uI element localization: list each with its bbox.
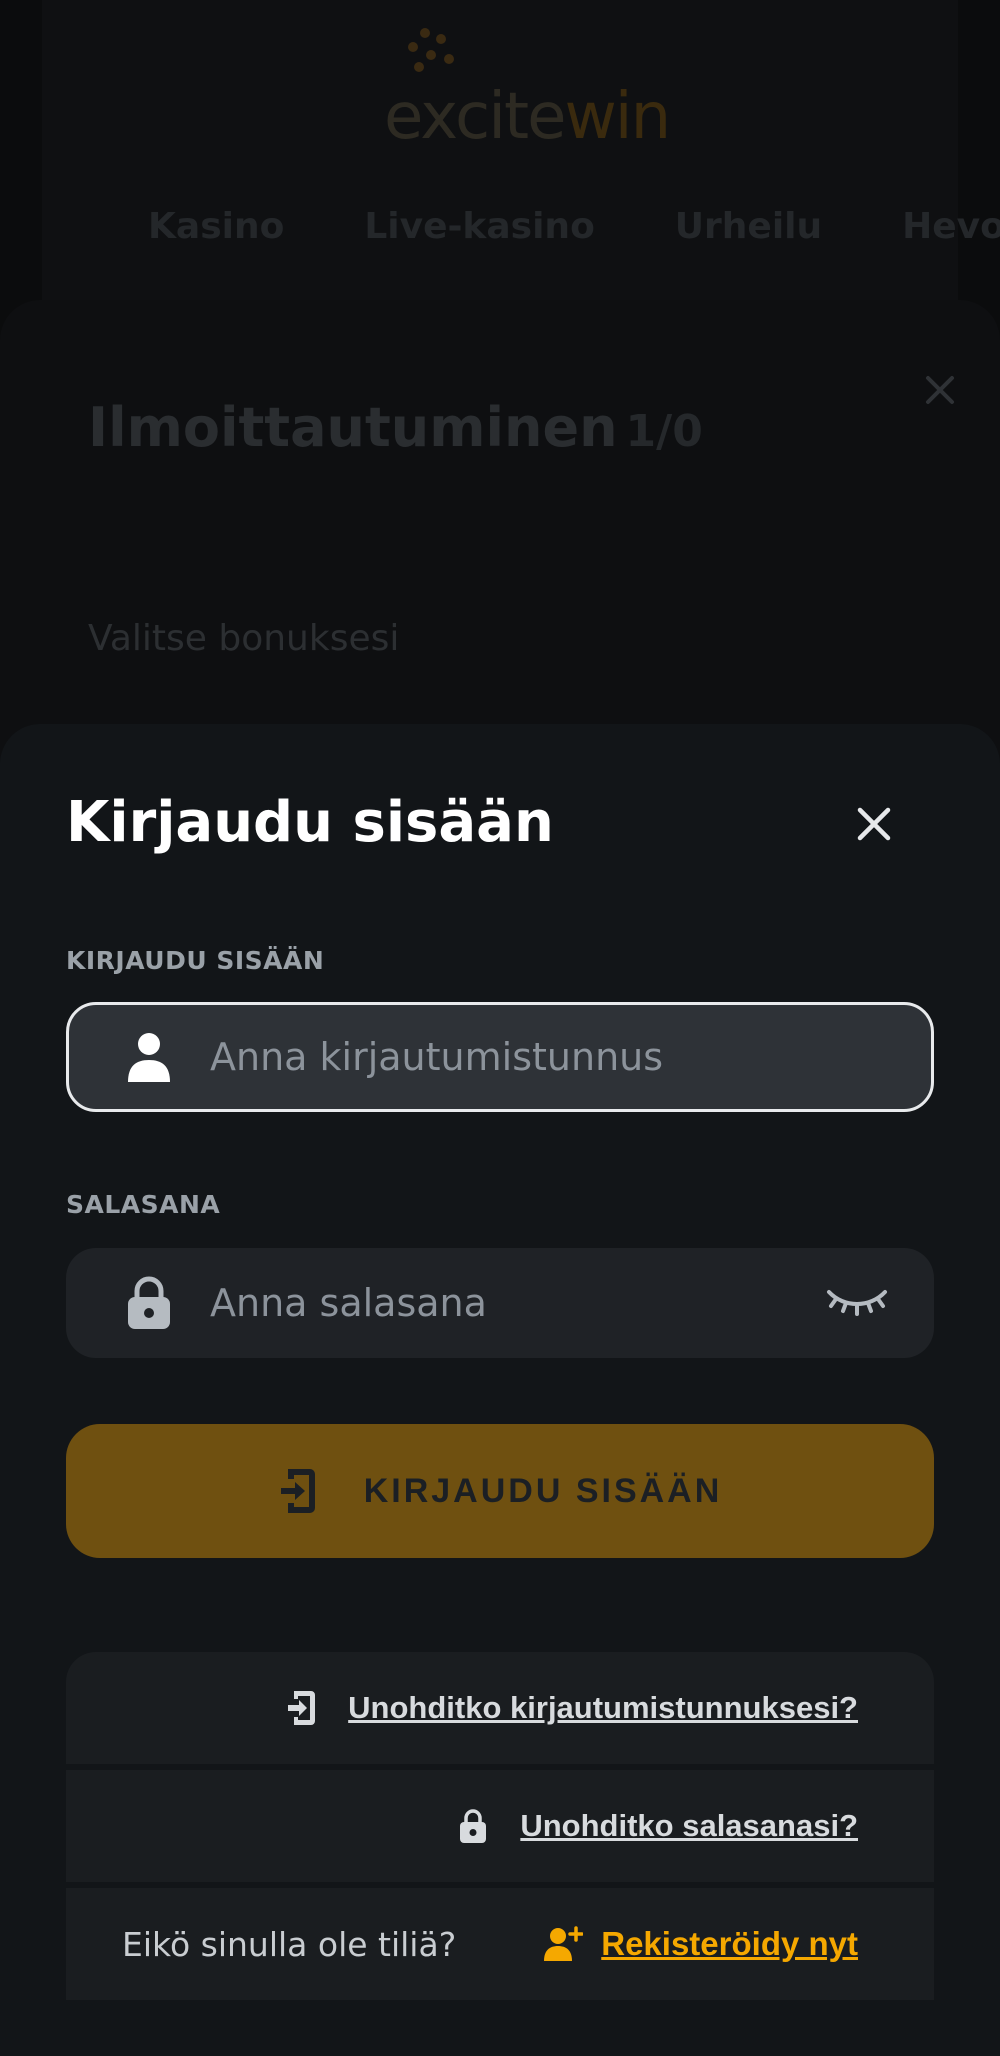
forgot-username-link[interactable]: Unohditko kirjautumistunnuksesi?	[348, 1690, 858, 1726]
username-label: KIRJAUDU SISÄÄN	[66, 946, 325, 975]
logo-wordmark: excitewin	[384, 80, 671, 154]
login-icon	[280, 1469, 315, 1513]
login-submit-button[interactable]: KIRJAUDU SISÄÄN	[66, 1424, 934, 1558]
site-header: excitewin Kasino Live-kasino Urheilu Hev…	[42, 0, 1000, 300]
password-label: SALASANA	[66, 1190, 221, 1219]
nav-item-urheilu[interactable]: Urheilu	[675, 206, 822, 247]
bonus-label: Valitse bonuksesi	[88, 618, 400, 659]
login-icon	[288, 1691, 316, 1725]
registration-step: 1/0	[625, 406, 703, 457]
close-icon[interactable]	[920, 370, 960, 410]
register-row: Eikö sinulla ole tiliä? Rekisteröidy nyt	[66, 1888, 934, 2000]
username-input[interactable]	[210, 1005, 850, 1109]
user-icon	[128, 1033, 170, 1082]
forgot-password-row: Unohditko salasanasi?	[66, 1770, 934, 1882]
site-logo[interactable]: excitewin	[342, 28, 722, 178]
page: excitewin Kasino Live-kasino Urheilu Hev…	[0, 0, 1000, 2056]
modal-title: Kirjaudu sisään	[66, 790, 554, 855]
register-group: Rekisteröidy nyt	[543, 1925, 858, 1963]
password-field[interactable]	[66, 1248, 934, 1358]
add-user-icon	[544, 1926, 584, 1961]
no-account-text: Eikö sinulla ole tiliä?	[122, 1924, 457, 1964]
nav-item-kasino[interactable]: Kasino	[148, 206, 284, 247]
forgot-username-row: Unohditko kirjautumistunnuksesi?	[66, 1652, 934, 1764]
registration-title: Ilmoittautuminen 1/0	[88, 396, 703, 459]
nav-item-live-kasino[interactable]: Live-kasino	[364, 206, 594, 247]
register-link[interactable]: Rekisteröidy nyt	[601, 1925, 858, 1963]
close-icon[interactable]	[852, 802, 896, 846]
lock-icon	[128, 1276, 170, 1329]
forgot-password-link[interactable]: Unohditko salasanasi?	[520, 1808, 858, 1844]
lock-icon	[460, 1809, 487, 1843]
password-input[interactable]	[210, 1248, 850, 1358]
eye-closed-icon[interactable]	[826, 1284, 888, 1320]
username-field[interactable]	[66, 1002, 934, 1112]
login-submit-label: KIRJAUDU SISÄÄN	[363, 1471, 723, 1510]
help-links: Unohditko kirjautumistunnuksesi? Unohdit…	[66, 1652, 934, 2002]
nav-item-hevosurheilu[interactable]: Hevosurheilu	[902, 206, 1000, 247]
login-modal: Kirjaudu sisään KIRJAUDU SISÄÄN SALASANA	[0, 724, 1000, 2056]
site-nav: Kasino Live-kasino Urheilu Hevosurheilu	[84, 196, 1000, 256]
